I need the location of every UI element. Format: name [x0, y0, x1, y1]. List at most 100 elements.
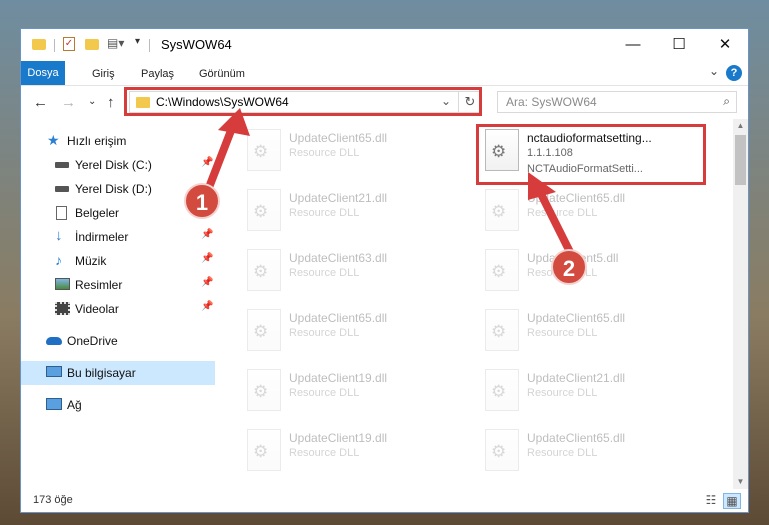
pin-icon: 📌 — [201, 253, 214, 264]
dll-file-icon: ⚙ — [247, 189, 281, 231]
sidebar-item-videos[interactable]: Videolar 📌 — [21, 297, 215, 321]
pin-icon: 📌 — [201, 301, 214, 312]
forward-button[interactable]: → — [61, 94, 76, 111]
title-bar: ✓ ▤▾ ▾ SysWOW64 — ☐ ✕ — [21, 29, 748, 61]
drive-icon — [55, 186, 69, 192]
pin-icon: 📌 — [201, 157, 214, 168]
list-item[interactable]: ⚙ UpdateClient5.dll Resource DLL — [479, 243, 709, 301]
sidebar-item-disk-c[interactable]: Yerel Disk (C:) 📌 — [21, 153, 215, 177]
sidebar-item-label: İndirmeler — [75, 230, 129, 244]
close-button[interactable]: ✕ — [702, 29, 748, 61]
list-item[interactable]: ⚙ UpdateClient65.dll Resource DLL — [479, 303, 709, 361]
file-name: UpdateClient63.dll — [289, 251, 388, 265]
annotation-badge-2: 2 — [551, 249, 587, 285]
status-bar: 173 öğe ☷ ▦ — [21, 489, 748, 512]
address-bar-highlight — [124, 87, 482, 116]
scroll-up-icon[interactable]: ▲ — [733, 121, 748, 130]
dll-file-icon: ⚙ — [247, 429, 281, 471]
sidebar-item-pictures[interactable]: Resimler 📌 — [21, 273, 215, 297]
sidebar-item-downloads[interactable]: ↓ İndirmeler 📌 — [21, 225, 215, 249]
sidebar-item-onedrive[interactable]: OneDrive — [21, 329, 215, 353]
list-item[interactable]: ⚙ UpdateClient19.dll Resource DLL — [241, 423, 471, 481]
pin-icon: 📌 — [201, 277, 214, 288]
sidebar-item-label: Yerel Disk (C:) — [75, 158, 152, 172]
star-icon: ★ — [47, 132, 60, 148]
search-input[interactable]: Ara: SysWOW64 — [506, 95, 597, 109]
file-description: Resource DLL — [289, 207, 360, 219]
help-icon[interactable]: ? — [726, 65, 742, 81]
new-folder-icon[interactable] — [85, 39, 99, 50]
pin-icon: 📌 — [201, 229, 214, 240]
file-description: Resource DLL — [289, 267, 360, 279]
music-icon: ♪ — [55, 252, 62, 268]
list-item[interactable]: ⚙ UpdateClient21.dll Resource DLL — [479, 363, 709, 421]
search-box[interactable]: Ara: SysWOW64 ⌕ — [497, 91, 737, 113]
properties-icon[interactable]: ✓ — [63, 37, 75, 51]
tab-home[interactable]: Giriş — [92, 64, 115, 85]
computer-icon — [46, 366, 62, 377]
expand-ribbon-icon[interactable]: ⌄ — [709, 64, 719, 78]
dll-file-icon: ⚙ — [247, 129, 281, 171]
list-item[interactable]: ⚙ UpdateClient21.dll Resource DLL — [241, 183, 471, 241]
list-item[interactable]: ⚙ UpdateClient65.dll Resource DLL — [479, 183, 709, 241]
file-description: Resource DLL — [289, 147, 360, 159]
sidebar-item-this-pc[interactable]: Bu bilgisayar — [21, 361, 215, 385]
customize-toolbar-icon[interactable]: ▤▾ — [107, 36, 124, 50]
window-title: SysWOW64 — [161, 37, 232, 52]
list-item[interactable]: ⚙ UpdateClient65.dll Resource DLL — [241, 303, 471, 361]
minimize-button[interactable]: — — [610, 29, 656, 61]
search-icon[interactable]: ⌕ — [723, 94, 730, 109]
sidebar-item-quick-access[interactable]: ★ Hızlı erişim — [21, 129, 215, 153]
file-name: UpdateClient65.dll — [289, 311, 388, 325]
list-item[interactable]: ⚙ UpdateClient19.dll Resource DLL — [241, 363, 471, 421]
back-button[interactable]: ← — [33, 94, 48, 111]
file-description: Resource DLL — [527, 207, 598, 219]
recent-locations-button[interactable]: ⌄ — [88, 96, 96, 107]
scrollbar-thumb[interactable] — [735, 135, 746, 185]
navigation-pane: ★ Hızlı erişim Yerel Disk (C:) 📌 Yerel D… — [21, 119, 215, 489]
annotation-badge-1: 1 — [184, 183, 220, 219]
list-item[interactable]: ⚙ UpdateClient63.dll Resource DLL — [241, 243, 471, 301]
file-name: UpdateClient19.dll — [289, 431, 388, 445]
file-highlight — [476, 124, 706, 185]
dll-file-icon: ⚙ — [485, 369, 519, 411]
large-icons-view-icon[interactable]: ▦ — [723, 493, 741, 509]
documents-icon — [56, 206, 67, 220]
dll-file-icon: ⚙ — [485, 429, 519, 471]
sidebar-item-network[interactable]: Ağ — [21, 393, 215, 417]
video-icon — [55, 302, 70, 315]
tab-file[interactable]: Dosya — [21, 61, 65, 85]
dll-file-icon: ⚙ — [485, 189, 519, 231]
drive-icon — [55, 162, 69, 168]
details-view-icon[interactable]: ☷ — [703, 493, 719, 507]
file-name: UpdateClient65.dll — [527, 431, 626, 445]
scroll-down-icon[interactable]: ▼ — [733, 477, 748, 486]
network-icon — [46, 398, 62, 410]
list-item[interactable]: ⚙ UpdateClient65.dll Resource DLL — [479, 423, 709, 481]
list-item[interactable]: ⚙ UpdateClient65.dll Resource DLL — [241, 123, 471, 181]
chevron-down-icon[interactable]: ▾ — [135, 36, 140, 47]
sidebar-item-label: Yerel Disk (D:) — [75, 182, 152, 196]
divider — [149, 39, 150, 52]
file-description: Resource DLL — [289, 387, 360, 399]
pictures-icon — [55, 278, 70, 290]
cloud-icon — [46, 337, 62, 345]
dll-file-icon: ⚙ — [247, 309, 281, 351]
vertical-scrollbar[interactable]: ▲ ▼ — [733, 119, 748, 489]
file-name: UpdateClient65.dll — [527, 311, 626, 325]
file-name: UpdateClient65.dll — [527, 191, 626, 205]
dll-file-icon: ⚙ — [247, 369, 281, 411]
tab-view[interactable]: Görünüm — [199, 64, 245, 85]
sidebar-item-label: Bu bilgisayar — [67, 366, 136, 380]
sidebar-item-label: Hızlı erişim — [67, 134, 127, 148]
file-description: Resource DLL — [527, 447, 598, 459]
file-name: UpdateClient21.dll — [527, 371, 626, 385]
file-name: UpdateClient65.dll — [289, 131, 388, 145]
up-button[interactable]: ↑ — [107, 94, 115, 111]
sidebar-item-music[interactable]: ♪ Müzik 📌 — [21, 249, 215, 273]
tab-share[interactable]: Paylaş — [141, 64, 174, 85]
ribbon-tabs: Dosya Giriş Paylaş Görünüm ⌄ ? — [21, 61, 748, 85]
maximize-button[interactable]: ☐ — [656, 29, 702, 61]
sidebar-item-label: Ağ — [67, 398, 82, 412]
sidebar-item-label: OneDrive — [67, 334, 118, 348]
